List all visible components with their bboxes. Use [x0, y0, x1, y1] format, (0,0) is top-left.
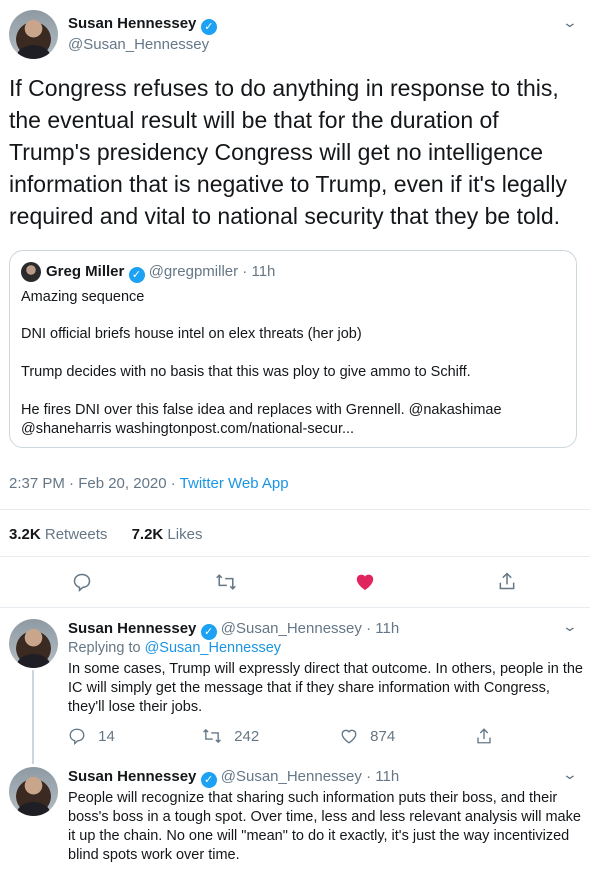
avatar[interactable] [9, 10, 58, 59]
retweet-icon [203, 728, 221, 744]
main-tweet: Susan Hennessey ✓ @Susan_Hennessey ⌄ If … [0, 0, 590, 607]
source-app-link[interactable]: Twitter Web App [180, 475, 289, 492]
quoted-avatar [21, 262, 41, 282]
like-action[interactable]: 874 [340, 727, 395, 745]
share-icon[interactable] [475, 727, 493, 745]
separator: · [366, 768, 376, 785]
verified-badge-icon: ✓ [200, 772, 217, 788]
author-handle[interactable]: @Susan_Hennessey [221, 768, 362, 785]
reply-time[interactable]: 11h [375, 620, 399, 637]
quoted-line: DNI official briefs house intel on elex … [21, 326, 362, 342]
quoted-line: Amazing sequence [21, 289, 145, 305]
author-name[interactable]: Susan Hennessey [68, 620, 196, 637]
likes-label: Likes [167, 526, 203, 543]
reply-text: In some cases, Trump will expressly dire… [68, 661, 583, 715]
tweet-meta: 2:37 PM · Feb 20, 2020 · Twitter Web App [9, 475, 289, 492]
reply-count: 14 [98, 728, 115, 745]
reply-icon [69, 728, 85, 746]
like-count: 874 [370, 728, 396, 745]
likes-stat[interactable]: 7.2K Likes [132, 526, 203, 543]
author-name[interactable]: Susan Hennessey [68, 15, 196, 32]
quoted-line: He fires DNI over this false idea and re… [21, 402, 502, 418]
reply-action[interactable]: 14 [68, 727, 115, 746]
reply-text: People will recognize that sharing such … [68, 790, 581, 863]
chevron-down-icon[interactable]: ⌄ [562, 14, 578, 31]
author-handle[interactable]: @Susan_Hennessey [221, 620, 362, 637]
retweets-label: Retweets [44, 526, 108, 543]
reply-time[interactable]: 11h [375, 768, 399, 785]
heart-icon[interactable] [354, 571, 376, 597]
verified-badge-icon: ✓ [200, 624, 217, 640]
author-handle[interactable]: @Susan_Hennessey [68, 36, 209, 53]
likes-count: 7.2K [131, 526, 164, 543]
share-icon[interactable] [497, 571, 517, 597]
retweet-icon[interactable] [215, 572, 237, 598]
timestamp[interactable]: 2:37 PM · Feb 20, 2020 · [9, 475, 180, 492]
quoted-author-name: Greg Miller [46, 263, 125, 280]
author-row: Susan Hennessey ✓ [68, 15, 217, 35]
divider [0, 556, 590, 557]
retweet-action[interactable]: 242 [202, 727, 259, 745]
separator: · [366, 620, 376, 637]
heart-icon [341, 729, 357, 744]
divider [0, 509, 590, 510]
quoted-line: Trump decides with no basis that this wa… [21, 364, 471, 380]
retweets-count: 3.2K [9, 526, 41, 543]
avatar[interactable] [9, 619, 58, 668]
divider [0, 607, 590, 608]
retweets-stat[interactable]: 3.2K Retweets [9, 526, 107, 543]
chevron-down-icon[interactable]: ⌄ [562, 766, 578, 783]
quoted-author-handle: @gregpmiller [148, 263, 239, 280]
replying-to-handle[interactable]: @Susan_Hennessey [145, 640, 281, 656]
replying-to: Replying to @Susan_Hennessey [68, 640, 281, 656]
quoted-header: Greg Miller ✓ @gregpmiller · 11h [46, 263, 275, 283]
verified-badge-icon: ✓ [200, 19, 217, 35]
verified-badge-icon: ✓ [128, 267, 145, 283]
author-name[interactable]: Susan Hennessey [68, 768, 196, 785]
tweet-stats: 3.2K Retweets 7.2K Likes [9, 526, 202, 543]
tweet-text: If Congress refuses to do anything in re… [9, 75, 567, 229]
reply-header: Susan Hennessey ✓ @Susan_Hennessey · 11h [68, 768, 399, 788]
quoted-time: 11h [251, 263, 276, 280]
reply-header: Susan Hennessey ✓ @Susan_Hennessey · 11h [68, 620, 399, 640]
thread-connector [32, 670, 34, 764]
retweet-count: 242 [234, 728, 260, 745]
chevron-down-icon[interactable]: ⌄ [562, 618, 578, 635]
reply-icon[interactable] [72, 572, 92, 598]
replying-prefix: Replying to [68, 640, 145, 656]
quoted-tweet[interactable]: Greg Miller ✓ @gregpmiller · 11h Amazing… [9, 250, 577, 448]
quoted-line: @shaneharris washingtonpost.com/national… [21, 421, 355, 437]
avatar[interactable] [9, 767, 58, 816]
